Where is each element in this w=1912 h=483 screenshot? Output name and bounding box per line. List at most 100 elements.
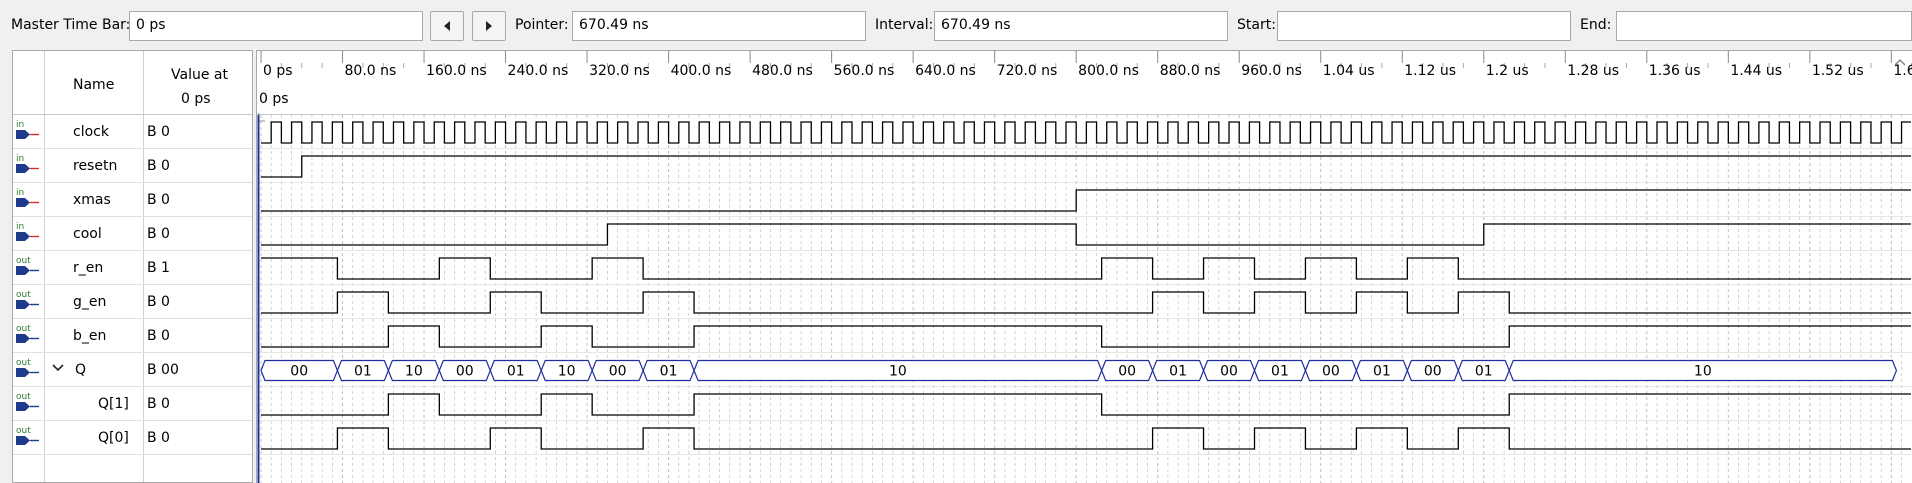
waveform-Q[0] (261, 427, 1911, 450)
signal-value: B 1 (147, 260, 170, 276)
previous-transition-button[interactable] (430, 11, 464, 41)
signal-value: B 0 (147, 192, 170, 208)
bus-segment-label: 01 (1169, 364, 1187, 380)
waveform-cool (261, 223, 1911, 246)
bus-segment-label: 00 (1220, 364, 1238, 380)
bus-segment-label: 10 (558, 364, 576, 380)
ruler-tick-label: 880.0 ns (1160, 63, 1221, 79)
ruler-tick-label: 1.44 us (1730, 63, 1782, 79)
bus-segment-label: 01 (354, 364, 372, 380)
ruler-tick-label: 1.28 us (1567, 63, 1619, 79)
waveform-canvas[interactable]: 0 ps 80.0 ns 160.0 ns 240.0 ns 320.0 ns 400.0… (257, 51, 1912, 483)
interval-field[interactable]: 670.49 ns (934, 11, 1228, 41)
ruler-tick-label: 800.0 ns (1078, 63, 1139, 79)
svg-text:out: out (16, 290, 31, 300)
signal-row[interactable]: out Q B 00 (13, 353, 252, 387)
ruler-tick-label: 1.36 us (1649, 63, 1701, 79)
ruler-tick-label: 480.0 ns (752, 63, 813, 79)
bus-segment-label: 00 (1322, 364, 1340, 380)
signal-row[interactable]: in xmas B 0 (13, 183, 252, 217)
output-port-icon: out (16, 358, 39, 377)
waveform-b_en (261, 325, 1911, 348)
signal-value: B 0 (147, 158, 170, 174)
ruler-tick-label: 1.12 us (1404, 63, 1456, 79)
start-field[interactable] (1277, 11, 1571, 41)
start-label: Start: (1237, 17, 1276, 33)
signal-value: B 0 (147, 396, 170, 412)
signal-value: B 0 (147, 430, 170, 446)
triangle-right-icon (486, 21, 492, 31)
ruler-tick-label: 640.0 ns (915, 63, 976, 79)
svg-text:out: out (16, 324, 31, 334)
next-transition-button[interactable] (472, 11, 506, 41)
svg-text:out: out (16, 426, 31, 436)
bus-segment-label: 00 (456, 364, 474, 380)
name-column-header[interactable]: Name (73, 77, 114, 93)
signal-name: Q (75, 362, 87, 378)
svg-text:in: in (16, 154, 24, 164)
svg-text:in: in (16, 120, 24, 130)
input-port-icon: in (16, 188, 39, 207)
end-field[interactable] (1616, 11, 1912, 41)
ruler-tick-label: 1.52 us (1812, 63, 1864, 79)
bus-segment-label: 00 (609, 364, 627, 380)
output-port-icon: out (16, 392, 39, 411)
bus-segment-label: 01 (1271, 364, 1289, 380)
signal-value: B 0 (147, 226, 170, 242)
ruler-tick-label: 1.2 us (1486, 63, 1529, 79)
ruler-tick-label: 160.0 ns (426, 63, 487, 79)
signal-value: B 0 (147, 328, 170, 344)
ruler-tick-label: 240.0 ns (508, 63, 569, 79)
pointer-field[interactable]: 670.49 ns (572, 11, 866, 41)
signal-name: r_en (73, 260, 104, 276)
value-column-header[interactable]: Value at (171, 67, 228, 83)
chevron-down-icon[interactable] (51, 361, 65, 375)
ruler-tick-label: 720.0 ns (997, 63, 1058, 79)
bus-segment-label: 01 (660, 364, 678, 380)
master-time-bar-field[interactable]: 0 ps (129, 11, 423, 41)
bus-segment-label: 01 (1373, 364, 1391, 380)
svg-text:in: in (16, 188, 24, 198)
ruler-tick-label: 560.0 ns (834, 63, 895, 79)
signal-row[interactable]: out r_en B 1 (13, 251, 252, 285)
signal-row[interactable]: out g_en B 0 (13, 285, 252, 319)
signal-name: b_en (73, 328, 107, 344)
signal-name: Q[0] (98, 430, 129, 446)
signal-row[interactable]: out b_en B 0 (13, 319, 252, 353)
waveform-xmas (261, 189, 1911, 212)
output-port-icon: out (16, 324, 39, 343)
svg-text:in: in (16, 222, 24, 232)
bus-segment-label: 01 (507, 364, 525, 380)
signal-name: resetn (73, 158, 118, 174)
signal-name: Q[1] (98, 396, 129, 412)
svg-text:out: out (16, 392, 31, 402)
cursor-time-label: 0 ps (259, 91, 289, 107)
ruler-tick-label: 80.0 ns (345, 63, 397, 79)
signal-row[interactable]: in resetn B 0 (13, 149, 252, 183)
bus-segment-label: 10 (1694, 364, 1712, 380)
bus-segment-label: 10 (405, 364, 423, 380)
signal-name: g_en (73, 294, 107, 310)
output-port-icon: out (16, 426, 39, 445)
signal-value: B 0 (147, 294, 170, 310)
master-time-bar-label: Master Time Bar: (11, 17, 131, 33)
waveform-toolbar: Master Time Bar: 0 ps Pointer: 670.49 ns… (0, 0, 1912, 48)
bus-segment-label: 00 (1424, 364, 1442, 380)
input-port-icon: in (16, 154, 39, 173)
waveform-resetn (261, 155, 1911, 178)
output-port-icon: out (16, 290, 39, 309)
waveform-Q[1] (261, 393, 1911, 416)
signal-row[interactable]: in cool B 0 (13, 217, 252, 251)
signal-row[interactable]: out Q[0] B 0 (13, 421, 252, 455)
signal-row[interactable]: in clock B 0 (13, 115, 252, 149)
signal-row[interactable]: out Q[1] B 0 (13, 387, 252, 421)
value-column-header-time: 0 ps (181, 91, 211, 107)
svg-text:out: out (16, 256, 31, 266)
ruler-tick-label: 960.0 ns (1241, 63, 1302, 79)
interval-label: Interval: (875, 17, 934, 33)
signal-value: B 0 (147, 124, 170, 140)
signal-list-header: Name Value at 0 ps (13, 51, 252, 115)
scroll-up-icon[interactable] (1893, 56, 1907, 70)
ruler-tick-label: 320.0 ns (589, 63, 650, 79)
waveform-area[interactable]: 0 ps 80.0 ns 160.0 ns 240.0 ns 320.0 ns 400.0… (257, 50, 1912, 483)
